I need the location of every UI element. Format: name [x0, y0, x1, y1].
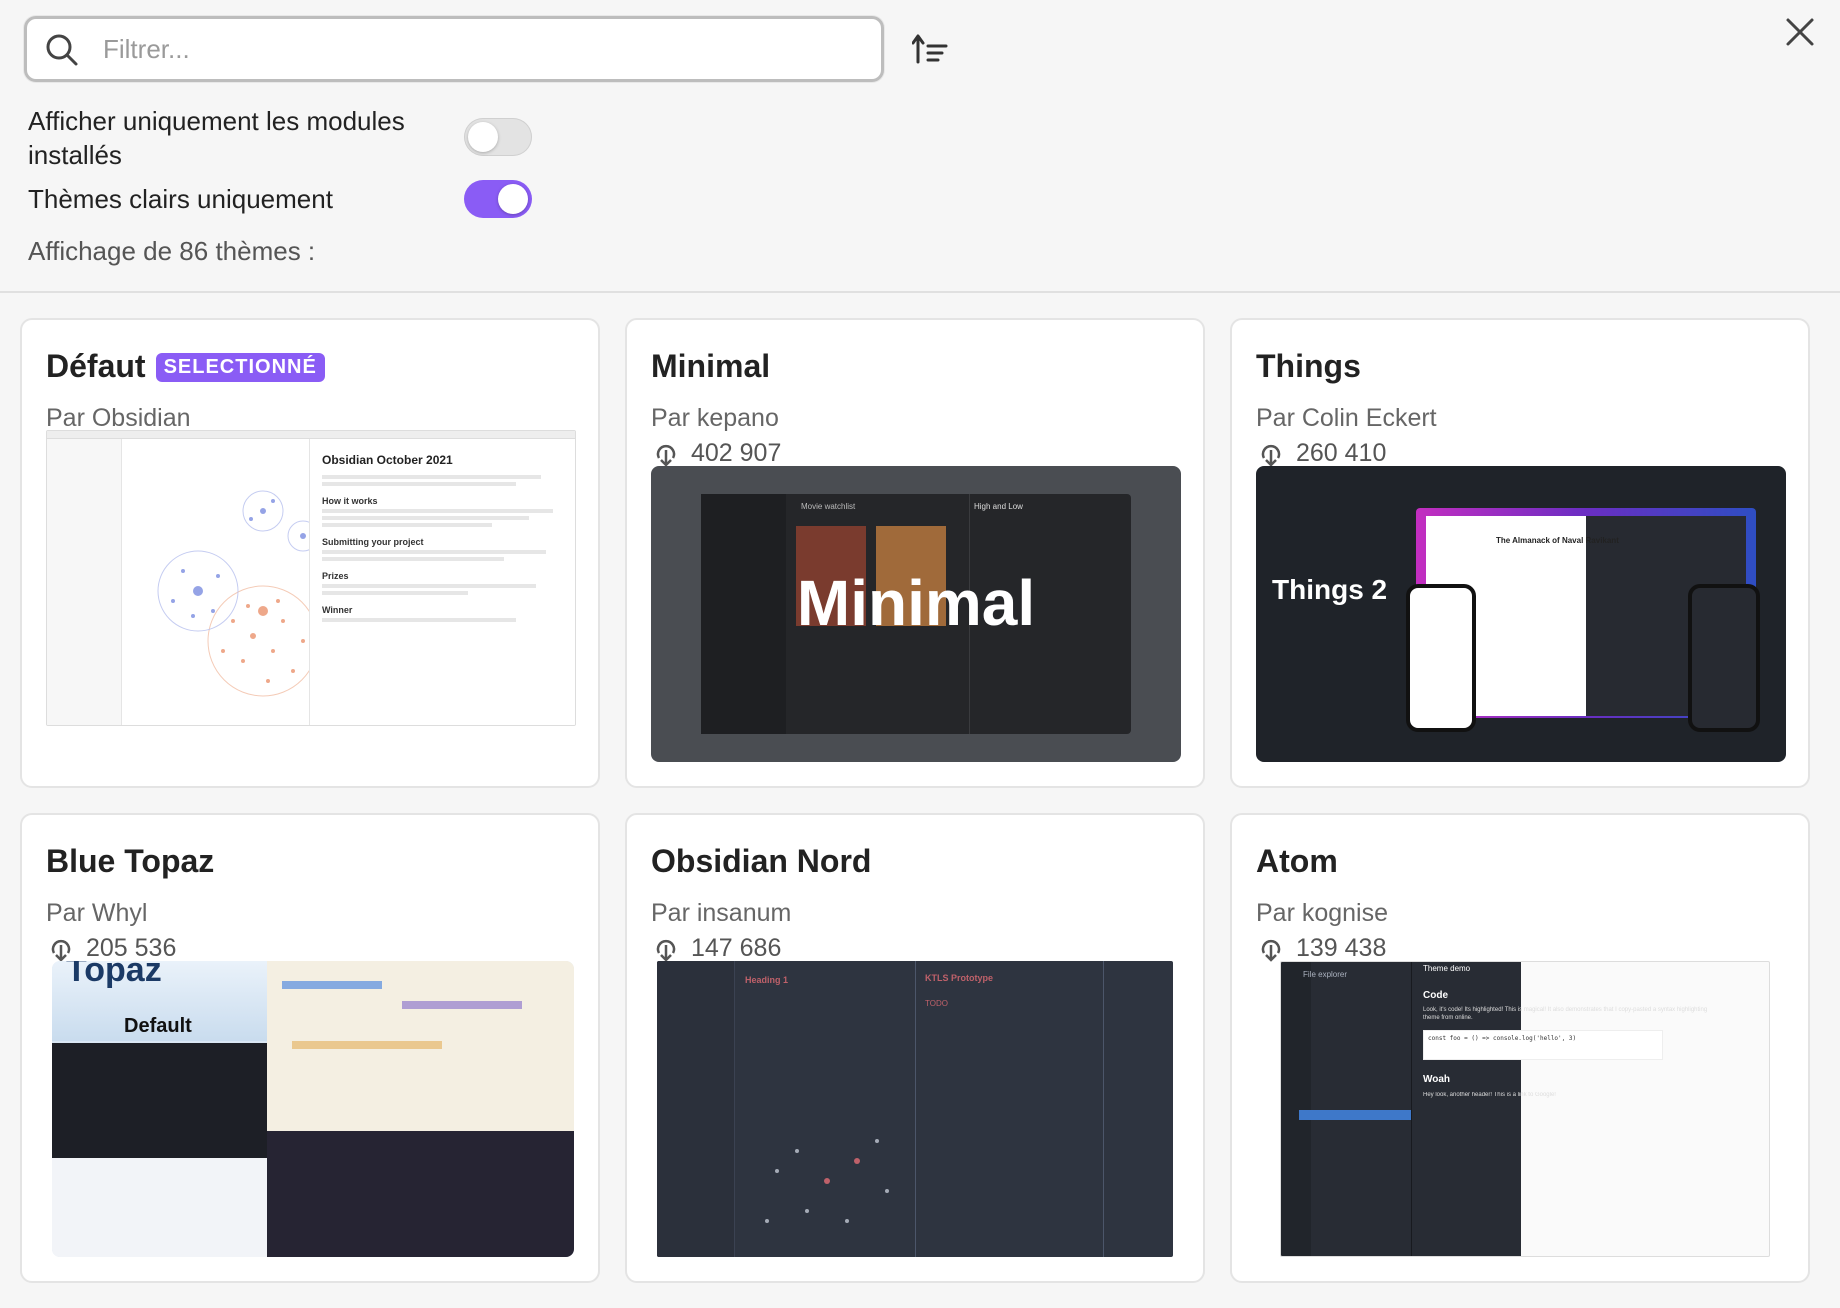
preview-overlay-text: Things 2: [1272, 574, 1388, 605]
toggle-knob: [498, 184, 528, 214]
preview-note-title: High and Low: [974, 502, 1023, 511]
preview-text: Look, it's code! Its highlighted! This i…: [1423, 1007, 1708, 1021]
download-icon: [656, 939, 676, 962]
installed-only-label-line1: Afficher uniquement les modules: [28, 106, 405, 136]
theme-downloads: 139 438: [1256, 933, 1386, 963]
sort-icon[interactable]: [912, 30, 956, 70]
light-only-label: Thèmes clairs uniquement: [28, 184, 333, 214]
theme-title: Défaut SELECTIONNÉ: [46, 348, 325, 385]
filter-header: Afficher uniquement les modules installé…: [0, 0, 1840, 293]
preview-section: Winner: [322, 605, 353, 615]
installed-only-label: Afficher uniquement les modules installé…: [28, 104, 405, 172]
preview-code: const foo = () => console.log('hello', 3…: [1423, 1030, 1663, 1060]
theme-preview: Obsidian October 2021 How it works Submi…: [46, 430, 576, 726]
preview-doc-title: Obsidian October 2021: [322, 453, 453, 467]
theme-preview: File explorer Theme demo Code Look, it's…: [1280, 961, 1770, 1257]
preview-tab: Theme demo: [1423, 964, 1471, 973]
theme-card-obsidian-nord[interactable]: Obsidian Nord Par insanum 147 686 Headin…: [625, 813, 1205, 1283]
theme-name: Atom: [1256, 843, 1338, 879]
search-box[interactable]: [24, 16, 884, 82]
search-icon: [46, 34, 78, 66]
theme-count: Affichage de 86 thèmes :: [28, 236, 316, 266]
installed-only-toggle[interactable]: [464, 118, 532, 156]
theme-preview: Topaz Default: [52, 961, 574, 1257]
download-icon: [656, 444, 676, 467]
theme-name: Obsidian Nord: [651, 843, 872, 879]
theme-author: Par kognise: [1256, 899, 1389, 927]
theme-author: Par Whyl: [46, 899, 148, 927]
close-icon[interactable]: [1782, 14, 1818, 50]
preview-pane-title: Movie watchlist: [801, 502, 856, 511]
theme-card-blue-topaz[interactable]: Blue Topaz Par Whyl 205 536 Topaz Defaul…: [20, 813, 600, 1283]
download-count: 402 907: [691, 438, 782, 467]
download-icon: [1261, 444, 1281, 467]
theme-downloads: 205 536: [46, 933, 176, 963]
theme-card-defaut[interactable]: Défaut SELECTIONNÉ Par Obsidian Obsidian…: [20, 318, 600, 788]
theme-downloads: 260 410: [1256, 438, 1386, 468]
graph-view-image: [765, 1139, 889, 1223]
preview-section: Submitting your project: [322, 537, 424, 547]
download-count: 147 686: [691, 933, 782, 962]
toggle-knob: [468, 122, 498, 152]
theme-author: Par Obsidian: [46, 404, 191, 432]
download-count: 205 536: [86, 933, 177, 962]
preview-overlay-text: Minimal: [796, 567, 1036, 639]
preview-banner-text: Topaz: [66, 961, 162, 989]
theme-author: Par insanum: [651, 899, 792, 927]
theme-name: Minimal: [651, 348, 771, 384]
download-icon: [51, 939, 71, 962]
preview-heading: Heading 1: [745, 975, 789, 985]
preview-text: Hey look, another header! This is a link…: [1423, 1092, 1556, 1098]
theme-preview: Heading 1 KTLS Prototype TODO: [657, 961, 1173, 1257]
theme-card-atom[interactable]: Atom Par kognise 139 438 File explorer T…: [1230, 813, 1810, 1283]
search-input[interactable]: [103, 27, 863, 71]
theme-preview: Movie watchlist High and Low Minimal: [651, 466, 1181, 762]
preview-heading-code: Code: [1423, 990, 1448, 1001]
preview-heading-woah: Woah: [1423, 1074, 1451, 1085]
preview-section: Prizes: [322, 571, 349, 581]
selected-badge: SELECTIONNÉ: [155, 353, 325, 382]
installed-only-label-line2: installés: [28, 140, 122, 170]
theme-card-things[interactable]: Things Par Colin Eckert 260 410 The Alma…: [1230, 318, 1810, 788]
theme-preview: The Almanack of Naval Ravikant Things 2: [1256, 466, 1786, 762]
theme-name: Things: [1256, 348, 1361, 384]
theme-card-minimal[interactable]: Minimal Par kepano 402 907 Movie watchli…: [625, 318, 1205, 788]
download-count: 139 438: [1296, 933, 1387, 962]
preview-label: Default: [124, 1015, 192, 1037]
light-only-toggle[interactable]: [464, 180, 532, 218]
preview-explorer: File explorer: [1303, 970, 1348, 979]
theme-author: Par Colin Eckert: [1256, 404, 1437, 432]
theme-name: Défaut: [46, 348, 146, 384]
preview-note-title: KTLS Prototype: [925, 973, 994, 983]
preview-note-title: The Almanack of Naval Ravikant: [1496, 536, 1619, 545]
preview-section: How it works: [322, 496, 378, 506]
theme-downloads: 147 686: [651, 933, 781, 963]
download-count: 260 410: [1296, 438, 1387, 467]
theme-name: Blue Topaz: [46, 843, 215, 879]
preview-todo: TODO: [925, 999, 948, 1008]
theme-author: Par kepano: [651, 404, 779, 432]
theme-downloads: 402 907: [651, 438, 781, 468]
download-icon: [1261, 939, 1281, 962]
